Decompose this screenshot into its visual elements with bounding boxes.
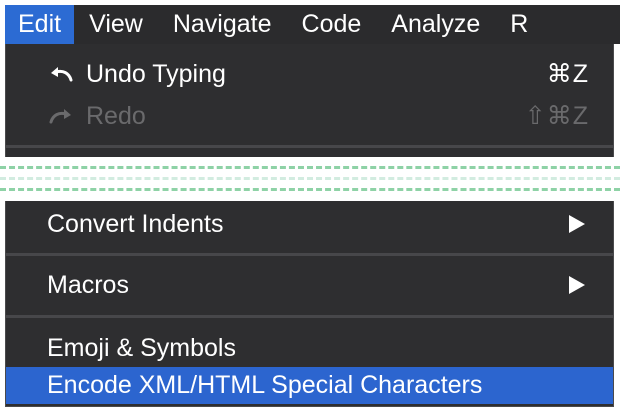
redo-shortcut: ⇧⌘Z [524, 102, 589, 130]
menu-item-redo[interactable]: Redo ⇧⌘Z [6, 96, 613, 136]
menu-separator [6, 253, 613, 256]
tear-line-top [0, 166, 620, 169]
menu-item-emoji-symbols[interactable]: Emoji & Symbols [6, 328, 613, 368]
submenu-arrow-icon [569, 215, 585, 233]
tear-line-bottom [0, 188, 620, 191]
menu-separator [6, 145, 613, 148]
menu-item-macros[interactable]: Macros [6, 263, 613, 307]
edit-dropdown-menu: Undo Typing ⌘Z Redo ⇧⌘Z Convert Indents … [0, 44, 620, 407]
menu-code[interactable]: Code [287, 5, 377, 44]
menu-item-convert-indents[interactable]: Convert Indents [6, 202, 613, 246]
cropped-section-marker [0, 157, 620, 201]
encode-xml-html-label: Encode XML/HTML Special Characters [47, 371, 483, 399]
convert-indents-label: Convert Indents [47, 209, 224, 238]
menu-view[interactable]: View [74, 5, 158, 44]
menu-analyze[interactable]: Analyze [376, 5, 495, 44]
macros-label: Macros [47, 270, 129, 299]
undo-icon [46, 64, 76, 84]
undo-typing-label: Undo Typing [86, 59, 226, 88]
menu-cropped-item[interactable]: R [495, 5, 543, 44]
menu-item-encode-xml-html[interactable]: Encode XML/HTML Special Characters [6, 367, 613, 404]
emoji-symbols-label: Emoji & Symbols [47, 333, 236, 362]
menu-navigate[interactable]: Navigate [158, 5, 287, 44]
redo-label: Redo [86, 101, 146, 130]
menu-separator [6, 315, 613, 318]
undo-shortcut: ⌘Z [546, 60, 589, 88]
menu-edit[interactable]: Edit [5, 5, 75, 44]
menu-item-undo-typing[interactable]: Undo Typing ⌘Z [6, 54, 613, 94]
submenu-arrow-icon [569, 276, 585, 294]
tear-line-middle [0, 177, 620, 180]
menu-bar: Edit View Navigate Code Analyze R [5, 5, 620, 44]
redo-icon [46, 106, 76, 126]
